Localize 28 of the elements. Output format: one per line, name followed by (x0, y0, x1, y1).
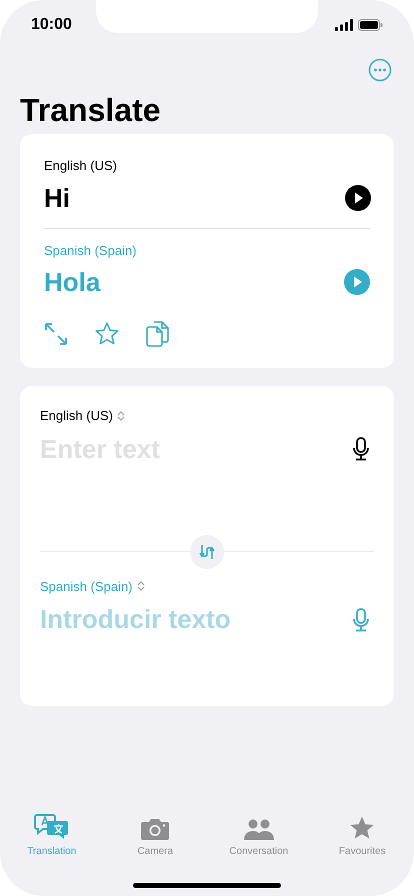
more-icon[interactable] (368, 58, 392, 82)
up-down-chevron-icon (116, 410, 125, 422)
source-language: English (US) (44, 157, 118, 175)
tab[interactable]: Conversation (207, 809, 310, 859)
speech-bubbles-icon (34, 813, 70, 841)
source-text: Hi (44, 182, 70, 214)
source-language-picker[interactable]: English (US) (40, 406, 113, 426)
page-title: Translate (19, 91, 162, 130)
target-input-field[interactable]: Introducir texto (40, 600, 320, 639)
status-time: 10:00 (31, 15, 72, 35)
translated-text: Hola (44, 266, 100, 298)
tab[interactable]: Camera (104, 809, 207, 859)
people-icon (242, 819, 275, 841)
up-down-chevron-icon (136, 580, 144, 592)
expand-icon[interactable] (44, 322, 68, 346)
tab[interactable]: Favourites (310, 809, 414, 859)
swap-icon[interactable] (190, 534, 224, 568)
star-icon[interactable] (94, 321, 120, 347)
microphone-icon[interactable] (352, 437, 370, 461)
battery-icon (358, 19, 383, 31)
copy-icon[interactable] (146, 320, 170, 348)
camera-icon (140, 817, 170, 841)
target-language-picker[interactable]: Spanish (Spain) (40, 576, 132, 596)
signal-icon (335, 19, 353, 31)
star-icon (349, 815, 376, 841)
play-icon[interactable] (345, 184, 371, 210)
tab[interactable]: Translation (0, 809, 104, 859)
target-language: Spanish (Spain) (44, 242, 138, 260)
